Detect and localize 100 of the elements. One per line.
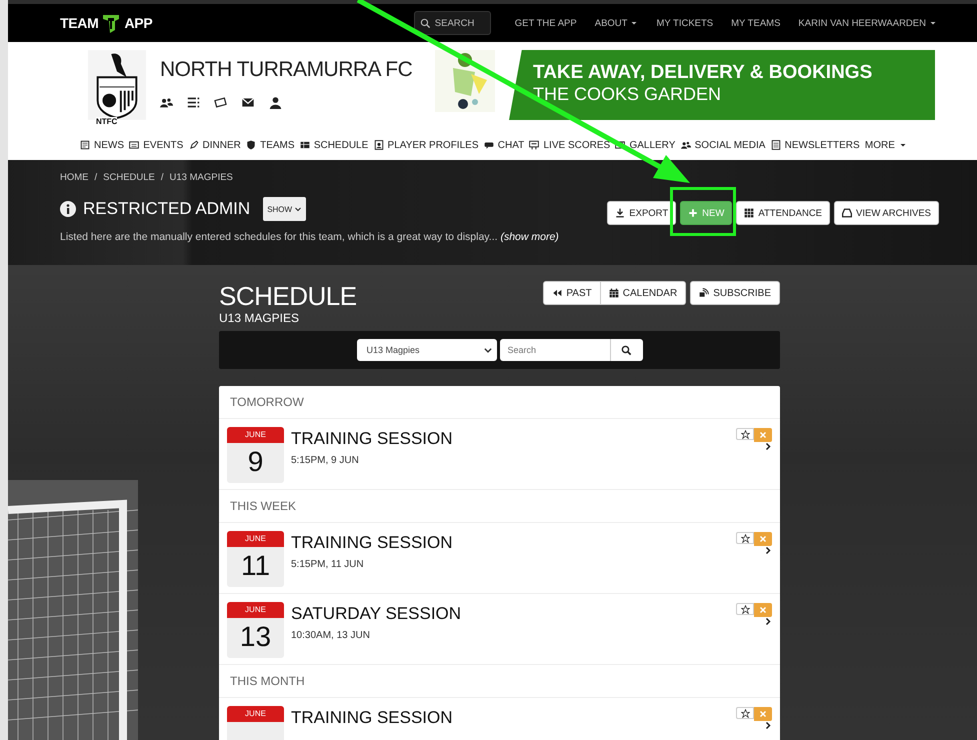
chevron-right-icon xyxy=(764,617,772,626)
nav-menu-item[interactable]: DINNER xyxy=(188,140,241,150)
pencil-icon xyxy=(188,140,199,150)
favourite-button[interactable] xyxy=(736,532,754,544)
chevron-right-icon xyxy=(764,546,772,555)
view-button[interactable]: CALENDAR xyxy=(600,281,686,305)
event-time: 5:15PM, 11 JUN xyxy=(291,559,365,570)
shield-icon xyxy=(246,140,256,150)
portrait-icon xyxy=(374,140,384,150)
event-row[interactable]: JUNE TRAINING SESSION xyxy=(219,698,780,740)
logo-text[interactable]: APP xyxy=(124,15,152,31)
date-month: JUNE xyxy=(227,706,284,722)
date-month: JUNE xyxy=(227,602,284,618)
event-title: SATURDAY SESSION xyxy=(291,604,462,624)
admin-action-button[interactable]: VIEW ARCHIVES xyxy=(834,201,939,225)
view-button[interactable]: PAST xyxy=(543,281,601,305)
breadcrumb-separator: / xyxy=(94,172,98,183)
food-illustration-drawing xyxy=(435,50,495,112)
nav-menu-item[interactable]: SCHEDULE xyxy=(300,140,368,150)
favourite-button[interactable] xyxy=(736,707,754,719)
admin-action-button[interactable]: EXPORT xyxy=(607,201,676,225)
logo-text[interactable]: TEAM xyxy=(60,15,98,31)
star-icon xyxy=(740,534,750,542)
nav-menu-item[interactable]: TEAMS xyxy=(246,140,295,150)
favourite-button[interactable] xyxy=(736,428,754,440)
list-icon[interactable] xyxy=(187,96,200,109)
t-logo-icon xyxy=(101,13,122,33)
nav-menu-item[interactable]: PLAYER PROFILES xyxy=(374,140,478,150)
breadcrumb-link[interactable]: SCHEDULE xyxy=(103,172,155,183)
newspaper-icon xyxy=(80,140,90,150)
nav-menu-item[interactable]: LIVE SCORES xyxy=(529,140,610,150)
nav-link[interactable]: MY TEAMS xyxy=(731,18,780,28)
favourite-button[interactable] xyxy=(736,603,754,615)
event-row[interactable]: JUNE 9 TRAINING SESSION 5:15PM, 9 JUN xyxy=(219,419,780,490)
search-icon xyxy=(420,18,431,29)
admin-action-button[interactable]: ATTENDANCE xyxy=(736,201,830,225)
grid-icon xyxy=(744,208,754,218)
crest-text: NTFC xyxy=(96,117,118,126)
club-crest-drawing xyxy=(88,50,146,120)
nav-menu-item[interactable]: MORE xyxy=(864,140,907,150)
close-icon xyxy=(759,606,767,614)
nav-link[interactable]: GET THE APP xyxy=(514,18,577,28)
nav-menu-item[interactable]: EVENTS xyxy=(129,140,184,150)
people-icon[interactable] xyxy=(160,96,173,109)
nav-menu-item[interactable]: GALLERY xyxy=(615,140,676,150)
ticket-icon xyxy=(129,140,140,150)
schedule-title: SCHEDULE xyxy=(219,281,357,311)
admin-title: RESTRICTED ADMIN xyxy=(83,199,250,219)
close-icon xyxy=(759,535,767,543)
chevron-down-icon xyxy=(294,205,302,213)
event-title: TRAINING SESSION xyxy=(291,429,453,449)
close-icon xyxy=(759,431,767,439)
advert-subline: THE COOKS GARDEN xyxy=(533,84,722,105)
search-field[interactable]: SEARCH xyxy=(414,11,491,35)
search-icon xyxy=(621,344,632,356)
nav-link[interactable]: KARIN VAN HEERWAARDEN xyxy=(798,18,937,28)
nav-menu-item[interactable]: SOCIAL MEDIA xyxy=(680,140,766,150)
nav-menu-item[interactable]: NEWS xyxy=(80,140,124,150)
team-dropdown[interactable]: U13 Magpies xyxy=(356,339,496,361)
advert-banner[interactable]: TAKE AWAY, DELIVERY & BOOKINGS THE COOKS GARDEN xyxy=(509,50,935,120)
team-subtitle: U13 MAGPIES xyxy=(219,311,300,325)
event-title: TRAINING SESSION xyxy=(291,708,453,728)
chevron-right-icon xyxy=(764,721,772,730)
rewind-icon xyxy=(552,288,562,298)
group-heading: THIS WEEK xyxy=(219,490,780,523)
table-icon xyxy=(300,140,310,150)
breadcrumb-link[interactable]: HOME xyxy=(60,172,88,183)
breadcrumb-link[interactable]: U13 MAGPIES xyxy=(170,172,233,183)
nav-menu-item[interactable]: CHAT xyxy=(484,140,524,150)
envelope-icon[interactable] xyxy=(241,96,255,109)
nav-menu-item[interactable]: NEWSLETTERS xyxy=(770,140,860,150)
star-icon xyxy=(740,430,750,438)
nav-link[interactable]: MY TICKETS xyxy=(656,18,714,28)
admin-description: Listed here are the manually entered schedules for this team, which is a great way to display... (show more) xyxy=(60,231,560,243)
user-icon[interactable] xyxy=(269,96,282,109)
date-month: JUNE xyxy=(227,531,284,547)
date-month: JUNE xyxy=(227,427,284,443)
inbox-icon xyxy=(842,208,852,218)
info-icon xyxy=(60,201,76,217)
date-day: 11 xyxy=(240,547,270,585)
close-icon xyxy=(759,710,767,718)
highlight-frame xyxy=(670,187,736,236)
nav-link[interactable]: ABOUT xyxy=(594,18,638,28)
advert-headline: TAKE AWAY, DELIVERY & BOOKINGS xyxy=(533,62,874,84)
show-toggle-button[interactable]: SHOW xyxy=(263,197,306,221)
ticket-icon[interactable] xyxy=(214,96,227,109)
schedule-search-field[interactable]: Search xyxy=(500,339,610,361)
event-title: TRAINING SESSION xyxy=(291,533,453,553)
chat-bubble-icon xyxy=(484,140,494,150)
breadcrumb-separator: / xyxy=(160,172,164,183)
event-row[interactable]: JUNE 11 TRAINING SESSION 5:15PM, 11 JUN xyxy=(219,523,780,594)
calendar-icon xyxy=(608,288,619,298)
plus-icon xyxy=(688,208,698,218)
chevron-right-icon xyxy=(764,442,772,451)
subscribe-button[interactable]: SUBSCRIBE xyxy=(690,281,780,305)
download-icon xyxy=(615,208,626,218)
people-icon xyxy=(680,140,691,150)
search-button[interactable] xyxy=(610,339,642,361)
document-icon xyxy=(770,140,781,150)
event-row[interactable]: JUNE 13 SATURDAY SESSION 10:30AM, 13 JUN xyxy=(219,594,780,665)
